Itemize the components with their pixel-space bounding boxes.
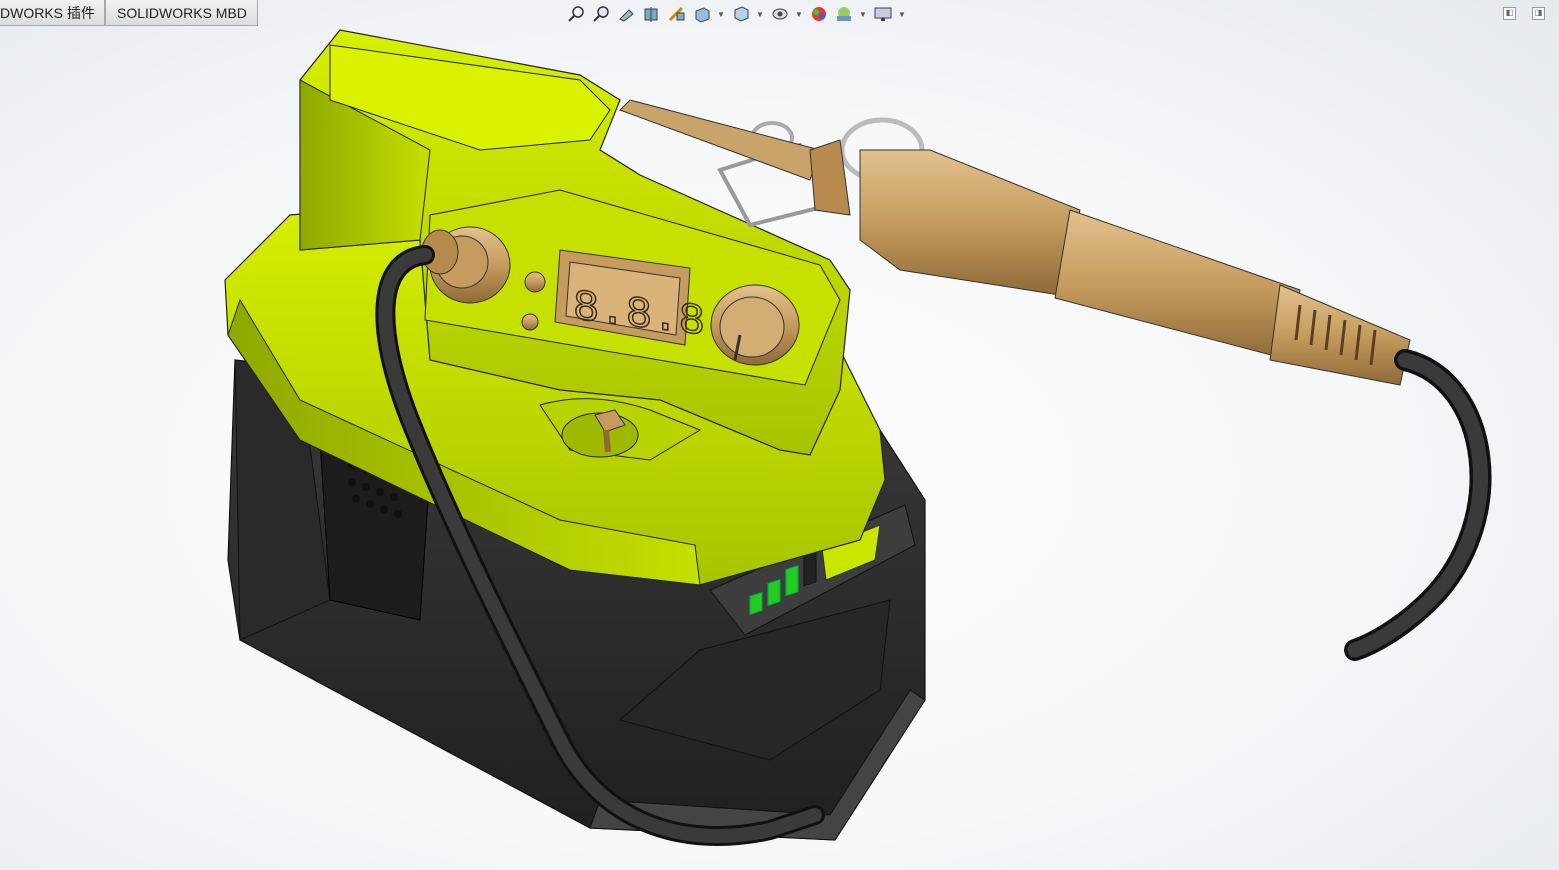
apply-scene-icon[interactable] <box>833 4 855 24</box>
edit-appearance-icon[interactable] <box>808 4 830 24</box>
view-orientation-dropdown[interactable]: ▼ <box>716 4 726 24</box>
hide-show-dropdown[interactable]: ▼ <box>794 4 804 24</box>
graphics-area[interactable]: 8.8.8 <box>0 0 1559 870</box>
view-orientation-icon[interactable] <box>691 4 713 24</box>
temperature-knob <box>710 284 800 366</box>
display-style-icon[interactable] <box>730 4 752 24</box>
heads-up-view-toolbar: ▼ ▼ ▼ ▼ ▼ <box>566 4 911 24</box>
split-view-icon[interactable]: ◨ <box>1532 7 1545 20</box>
command-manager-tabs: DWORKS 插件 SOLIDWORKS MBD <box>0 0 258 27</box>
restore-icon[interactable]: ◧ <box>1503 7 1516 20</box>
apply-scene-dropdown[interactable]: ▼ <box>858 4 868 24</box>
tab-solidworks-addins[interactable]: DWORKS 插件 <box>0 0 105 26</box>
display-style-dropdown[interactable]: ▼ <box>755 4 765 24</box>
zoom-to-fit-icon[interactable] <box>566 4 588 24</box>
section-view-icon[interactable] <box>641 4 663 24</box>
previous-view-icon[interactable] <box>616 4 638 24</box>
view-settings-dropdown[interactable]: ▼ <box>897 4 907 24</box>
view-settings-icon[interactable] <box>872 4 894 24</box>
tab-solidworks-mbd[interactable]: SOLIDWORKS MBD <box>105 0 258 26</box>
zoom-to-area-icon[interactable] <box>591 4 613 24</box>
hide-show-items-icon[interactable] <box>769 4 791 24</box>
viewport-window-controls: ◧ ◨ <box>1503 7 1559 20</box>
dynamic-annotation-icon[interactable] <box>666 4 688 24</box>
